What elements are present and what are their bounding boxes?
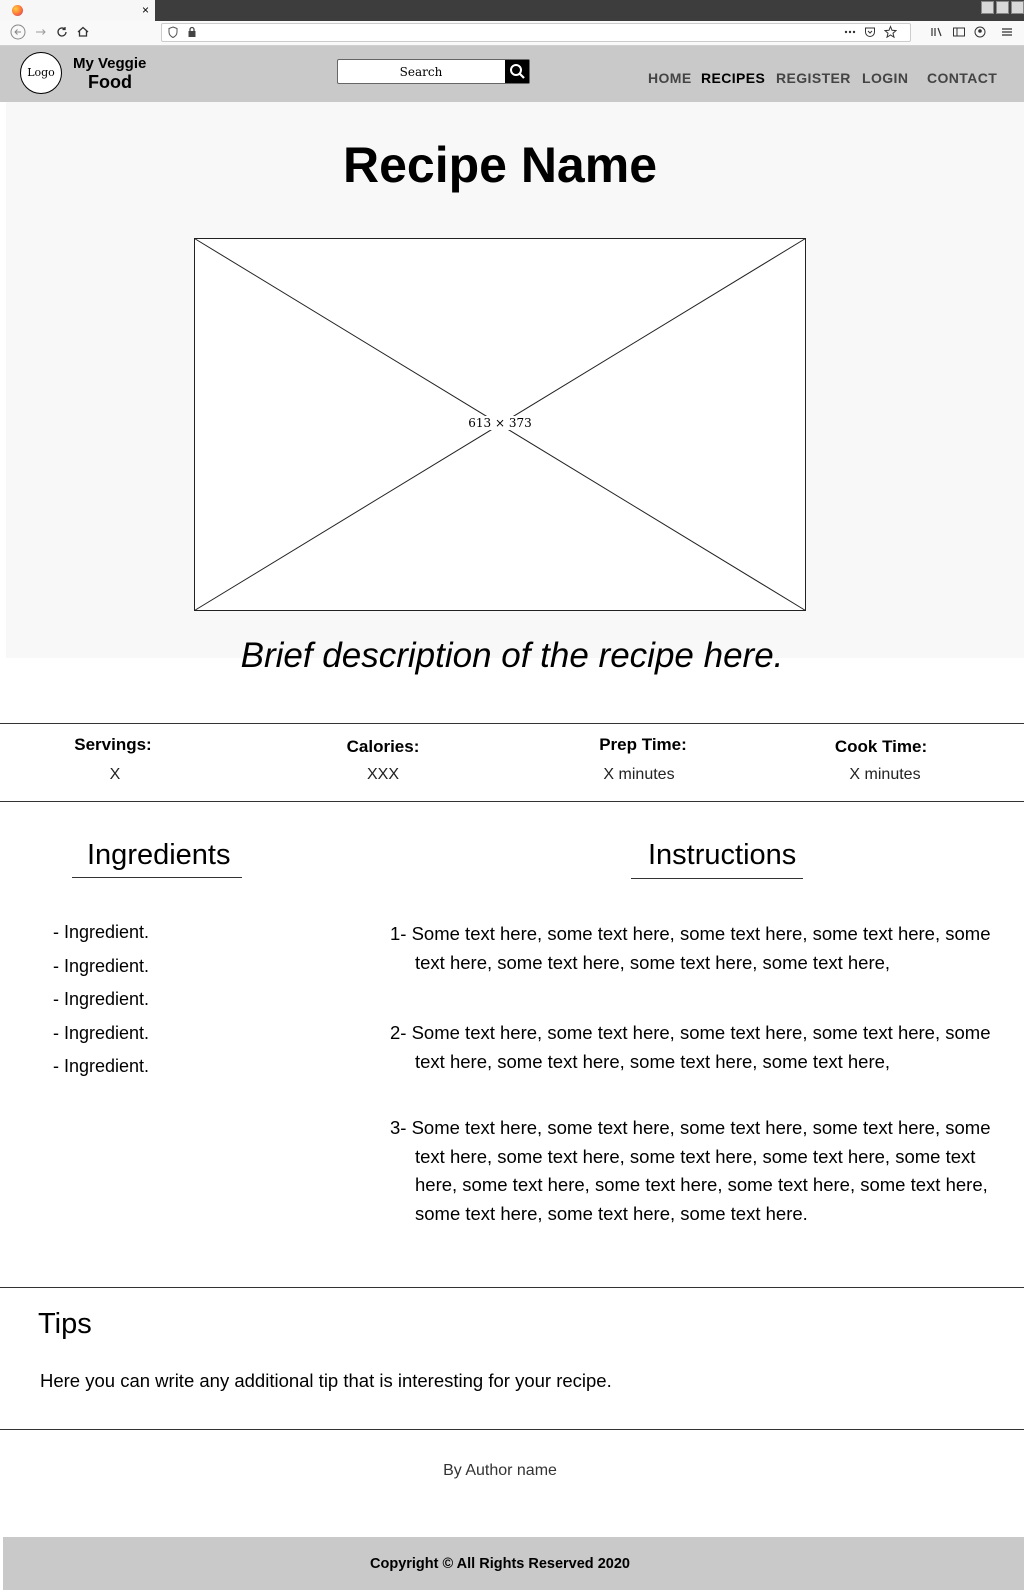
bookmark-star-icon[interactable] [883,25,898,44]
search-button[interactable] [505,60,529,83]
author-byline: By Author name [443,1462,557,1479]
browser-tab[interactable]: × [0,0,155,21]
copyright-text: Copyright © All Rights Reserved 2020 [370,1556,630,1572]
brand-name-line2: Food [88,72,132,92]
library-icon[interactable] [930,24,944,45]
divider [0,723,1024,724]
ingredients-heading: Ingredients [87,839,231,871]
image-dimensions-text: 613 × 373 [466,416,534,430]
minimize-icon[interactable] [981,1,994,14]
brand-name-line1: My Veggie [73,55,147,72]
search-icon [510,64,525,79]
more-icon[interactable] [844,25,856,44]
pocket-icon[interactable] [864,25,876,44]
lock-icon[interactable] [187,25,197,44]
logo[interactable]: Logo [20,52,62,94]
menu-icon[interactable] [1000,24,1014,45]
calories-value: XXX [366,766,399,783]
nav-register[interactable]: REGISTER [776,70,851,86]
instruction-step: 1- Some text here, some text here, some … [390,923,991,973]
prep-time-label: Prep Time: [599,735,687,754]
ingredient-item: - Ingredient. [53,1023,150,1043]
account-icon[interactable] [973,24,987,45]
nav-home[interactable]: HOME [648,70,692,86]
instructions-heading: Instructions [648,839,797,871]
address-bar[interactable] [161,23,911,42]
ingredient-item: - Ingredient. [53,1056,150,1076]
nav-contact[interactable]: CONTACT [927,70,997,86]
calories-label: Calories: [346,737,420,756]
search-box [337,59,530,84]
window-controls [981,1,1024,14]
sidebar-icon[interactable] [952,24,966,45]
nav-login[interactable]: LOGIN [862,70,908,86]
recipe-title: Recipe Name [342,137,658,193]
divider [0,801,1024,802]
home-icon[interactable] [76,24,90,45]
tab-close-icon[interactable]: × [142,2,149,18]
shield-icon[interactable] [168,25,178,44]
servings-label: Servings: [74,735,152,754]
servings-value: X [109,766,121,783]
firefox-icon [12,5,23,16]
ingredient-item: - Ingredient. [53,989,150,1009]
tips-text: Here you can write any additional tip th… [40,1370,612,1391]
ingredients-underline [72,877,242,878]
divider [0,1429,1024,1430]
forward-icon[interactable] [34,24,48,45]
cook-time-label: Cook Time: [834,737,928,756]
ingredient-item: - Ingredient. [53,922,150,942]
instruction-step: 2- Some text here, some text here, some … [390,1022,991,1072]
instruction-step: 3- Some text here, some text here, some … [390,1117,991,1224]
instructions-underline [631,878,803,879]
recipe-description: Brief description of the recipe here. [240,636,784,675]
browser-toolbar [0,21,1024,46]
ingredient-item: - Ingredient. [53,956,150,976]
search-input[interactable] [338,60,504,83]
reload-icon[interactable] [55,24,69,45]
image-dimensions-label: 613 × 373 [0,416,1000,430]
site-header: Logo My Veggie Food HOME RECIPES REGISTE… [0,46,1024,102]
cook-time-value: X minutes [849,766,921,783]
nav-recipes[interactable]: RECIPES [701,70,765,86]
divider [0,1287,1024,1288]
tips-heading: Tips [38,1308,92,1340]
browser-tab-bar: × [0,0,1024,21]
maximize-icon[interactable] [996,1,1009,14]
prep-time-value: X minutes [603,766,675,783]
back-icon[interactable] [10,24,26,45]
window-close-icon[interactable] [1011,1,1024,14]
